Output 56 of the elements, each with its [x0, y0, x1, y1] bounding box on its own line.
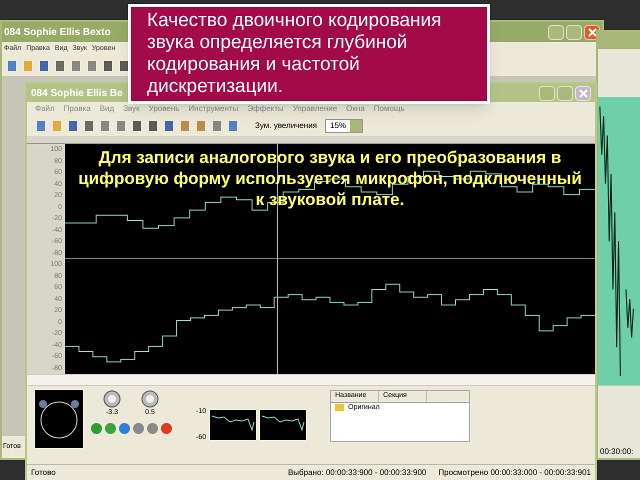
- meter-drawing: [260, 410, 306, 440]
- toolbar-icon[interactable]: [6, 60, 18, 72]
- close-icon: [588, 28, 596, 36]
- menu-item[interactable]: Звук: [123, 103, 140, 115]
- zoom-label: Зум. увеличения: [255, 120, 318, 132]
- close-button[interactable]: [575, 86, 591, 100]
- toolbar-icon[interactable]: [38, 60, 50, 72]
- status-text: Просмотрено 00:00:33:000 - 00:00:33:901: [438, 466, 591, 478]
- stereo-scope-drawing: [35, 390, 83, 448]
- meter-drawing: [210, 410, 256, 440]
- menu-item[interactable]: Уровень: [148, 103, 180, 115]
- toolbar-icon[interactable]: [115, 120, 127, 132]
- toolbar-icon[interactable]: [118, 60, 130, 72]
- scrollbar[interactable]: [27, 374, 595, 386]
- toolbar-icon[interactable]: [54, 60, 66, 72]
- menu-item[interactable]: Окна: [346, 103, 365, 115]
- transport-button[interactable]: [105, 422, 116, 434]
- minimize-button[interactable]: [548, 24, 564, 40]
- zoom-dropdown[interactable]: 15%: [325, 119, 364, 133]
- menu-item[interactable]: Файл: [35, 103, 55, 115]
- toolbar-icon[interactable]: [99, 120, 111, 132]
- transport-button[interactable]: [147, 422, 158, 434]
- knob-icon[interactable]: [141, 390, 159, 408]
- toolbar-icon[interactable]: [102, 60, 114, 72]
- toolbar-icon[interactable]: [131, 120, 143, 132]
- window-title: 084 Sophie Ellis Be: [31, 86, 123, 100]
- maximize-button[interactable]: [566, 24, 582, 40]
- callout: Качество двоичного кодирования звука определяется глубиной кодирования и частотой дискретизации.: [128, 4, 490, 104]
- window-title: 084 Sophie Ellis Bexto: [4, 26, 111, 40]
- menu-item[interactable]: Управление: [292, 103, 338, 115]
- minimize-button[interactable]: [539, 86, 555, 100]
- toolbar-icon[interactable]: [211, 120, 223, 132]
- toolbar-icon[interactable]: [86, 60, 98, 72]
- menu-item[interactable]: Помощь: [374, 103, 405, 115]
- maximize-button[interactable]: [557, 86, 573, 100]
- transport-button[interactable]: [133, 422, 144, 434]
- toolbar-icon[interactable]: [70, 60, 82, 72]
- toolbar-icon[interactable]: [163, 120, 175, 132]
- status-text: Выбрано: 00:00:33:900 - 00:00:33:900: [288, 466, 426, 478]
- transport-button[interactable]: [161, 422, 172, 434]
- time-label: 00:30:00:: [599, 446, 634, 458]
- toolbar-icon[interactable]: [147, 120, 159, 132]
- close-icon: [578, 88, 588, 98]
- toolbar-icon[interactable]: [67, 120, 79, 132]
- toolbar-icon[interactable]: [83, 120, 95, 132]
- toolbar-icon[interactable]: [227, 120, 239, 132]
- folder-icon: [335, 404, 344, 412]
- menu-item[interactable]: Эффекты: [247, 103, 284, 115]
- menu-item[interactable]: Вид: [100, 103, 114, 115]
- knob-icon[interactable]: [103, 390, 121, 408]
- menu-item[interactable]: Инструменты: [188, 103, 238, 115]
- transport-button[interactable]: [119, 422, 130, 434]
- status-text: Готово: [31, 466, 56, 478]
- transport-button[interactable]: [91, 422, 102, 434]
- menu-item[interactable]: Правка: [64, 103, 91, 115]
- toolbar-icon[interactable]: [35, 120, 47, 132]
